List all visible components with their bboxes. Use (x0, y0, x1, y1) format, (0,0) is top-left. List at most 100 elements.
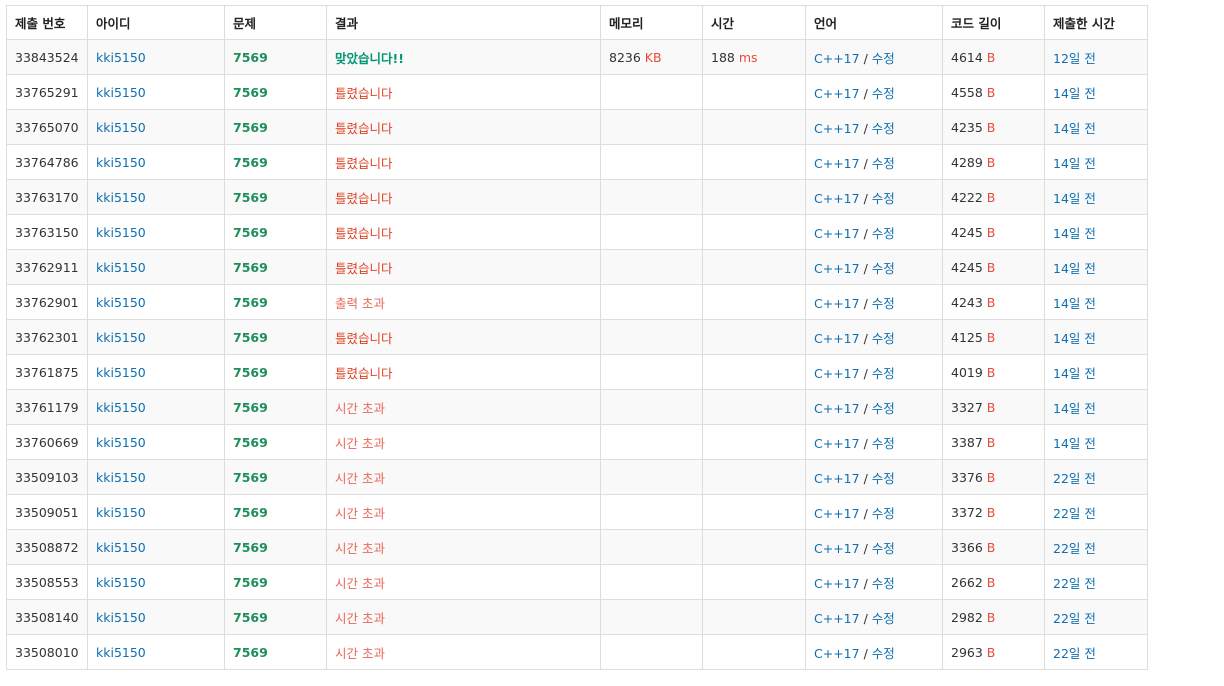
language-separator: / (859, 365, 872, 381)
edit-link[interactable]: 수정 (872, 261, 895, 276)
submitted-time-link[interactable]: 14일 전 (1053, 296, 1096, 311)
language-link[interactable]: C++17 (814, 226, 860, 241)
language-link[interactable]: C++17 (814, 576, 860, 591)
submitted-time-link[interactable]: 14일 전 (1053, 331, 1096, 346)
language-link[interactable]: C++17 (814, 366, 860, 381)
edit-link[interactable]: 수정 (872, 296, 895, 311)
edit-link[interactable]: 수정 (872, 576, 895, 591)
edit-link[interactable]: 수정 (872, 611, 895, 626)
language-link[interactable]: C++17 (814, 296, 860, 311)
submitted-time-link[interactable]: 12일 전 (1053, 51, 1096, 66)
problem-link[interactable]: 7569 (233, 610, 268, 625)
problem-link[interactable]: 7569 (233, 575, 268, 590)
language-link[interactable]: C++17 (814, 86, 860, 101)
problem-link[interactable]: 7569 (233, 85, 268, 100)
language-link[interactable]: C++17 (814, 611, 860, 626)
language-link[interactable]: C++17 (814, 261, 860, 276)
problem-link[interactable]: 7569 (233, 260, 268, 275)
language-link[interactable]: C++17 (814, 51, 860, 66)
language-link[interactable]: C++17 (814, 156, 860, 171)
submitted-time-link[interactable]: 14일 전 (1053, 436, 1096, 451)
problem-link[interactable]: 7569 (233, 365, 268, 380)
language-link[interactable]: C++17 (814, 191, 860, 206)
edit-link[interactable]: 수정 (872, 86, 895, 101)
code-length-unit: B (986, 644, 996, 660)
time-cell (702, 109, 806, 145)
submitted-time-cell: 22일 전 (1044, 634, 1148, 670)
problem-link[interactable]: 7569 (233, 540, 268, 555)
submitted-time-link[interactable]: 22일 전 (1053, 541, 1096, 556)
edit-link[interactable]: 수정 (872, 191, 895, 206)
problem-link[interactable]: 7569 (233, 155, 268, 170)
problem-link[interactable]: 7569 (233, 470, 268, 485)
edit-link[interactable]: 수정 (872, 471, 895, 486)
submitted-time-cell: 22일 전 (1044, 564, 1148, 600)
problem-link[interactable]: 7569 (233, 120, 268, 135)
problem-link[interactable]: 7569 (233, 295, 268, 310)
user-link[interactable]: kki5150 (96, 645, 146, 660)
problem-link[interactable]: 7569 (233, 330, 268, 345)
problem-link[interactable]: 7569 (233, 225, 268, 240)
language-link[interactable]: C++17 (814, 401, 860, 416)
edit-link[interactable]: 수정 (872, 366, 895, 381)
problem-link[interactable]: 7569 (233, 645, 268, 660)
language-link[interactable]: C++17 (814, 646, 860, 661)
submitted-time-link[interactable]: 14일 전 (1053, 156, 1096, 171)
user-link[interactable]: kki5150 (96, 190, 146, 205)
submitted-time-link[interactable]: 14일 전 (1053, 191, 1096, 206)
user-link[interactable]: kki5150 (96, 260, 146, 275)
user-link[interactable]: kki5150 (96, 540, 146, 555)
language-link[interactable]: C++17 (814, 331, 860, 346)
user-link[interactable]: kki5150 (96, 120, 146, 135)
user-link[interactable]: kki5150 (96, 470, 146, 485)
edit-link[interactable]: 수정 (872, 506, 895, 521)
language-link[interactable]: C++17 (814, 471, 860, 486)
problem-link[interactable]: 7569 (233, 50, 268, 65)
user-link[interactable]: kki5150 (96, 85, 146, 100)
language-link[interactable]: C++17 (814, 121, 860, 136)
edit-link[interactable]: 수정 (872, 541, 895, 556)
submitted-time-link[interactable]: 22일 전 (1053, 576, 1096, 591)
submitted-time-link[interactable]: 14일 전 (1053, 226, 1096, 241)
language-link[interactable]: C++17 (814, 436, 860, 451)
problem-link[interactable]: 7569 (233, 435, 268, 450)
result-cell: 틀렸습니다 (326, 109, 601, 145)
edit-link[interactable]: 수정 (872, 121, 895, 136)
user-link[interactable]: kki5150 (96, 50, 146, 65)
problem-link[interactable]: 7569 (233, 190, 268, 205)
problem-link[interactable]: 7569 (233, 400, 268, 415)
edit-link[interactable]: 수정 (872, 436, 895, 451)
user-link[interactable]: kki5150 (96, 330, 146, 345)
edit-link[interactable]: 수정 (872, 401, 895, 416)
edit-link[interactable]: 수정 (872, 156, 895, 171)
user-link[interactable]: kki5150 (96, 155, 146, 170)
edit-link[interactable]: 수정 (872, 226, 895, 241)
submitted-time-link[interactable]: 14일 전 (1053, 86, 1096, 101)
user-link[interactable]: kki5150 (96, 435, 146, 450)
language-link[interactable]: C++17 (814, 541, 860, 556)
user-link[interactable]: kki5150 (96, 575, 146, 590)
user-link[interactable]: kki5150 (96, 365, 146, 380)
submitted-time-link[interactable]: 14일 전 (1053, 366, 1096, 381)
edit-link[interactable]: 수정 (872, 646, 895, 661)
user-cell: kki5150 (87, 249, 225, 285)
language-link[interactable]: C++17 (814, 506, 860, 521)
user-link[interactable]: kki5150 (96, 400, 146, 415)
submitted-time-link[interactable]: 22일 전 (1053, 646, 1096, 661)
submitted-time-link[interactable]: 14일 전 (1053, 261, 1096, 276)
submitted-time-link[interactable]: 22일 전 (1053, 471, 1096, 486)
user-link[interactable]: kki5150 (96, 505, 146, 520)
user-link[interactable]: kki5150 (96, 610, 146, 625)
problem-link[interactable]: 7569 (233, 505, 268, 520)
submitted-time-link[interactable]: 22일 전 (1053, 506, 1096, 521)
user-link[interactable]: kki5150 (96, 225, 146, 240)
user-link[interactable]: kki5150 (96, 295, 146, 310)
table-row: 33843524 kki5150 7569 맞았습니다!! 8236 KB 188 ms C… (6, 39, 1148, 75)
language-cell: C++17 / 수정 (805, 319, 943, 355)
edit-link[interactable]: 수정 (872, 331, 895, 346)
submission-id: 33763170 (6, 179, 88, 215)
submitted-time-link[interactable]: 22일 전 (1053, 611, 1096, 626)
submitted-time-link[interactable]: 14일 전 (1053, 121, 1096, 136)
edit-link[interactable]: 수정 (872, 51, 895, 66)
submitted-time-link[interactable]: 14일 전 (1053, 401, 1096, 416)
